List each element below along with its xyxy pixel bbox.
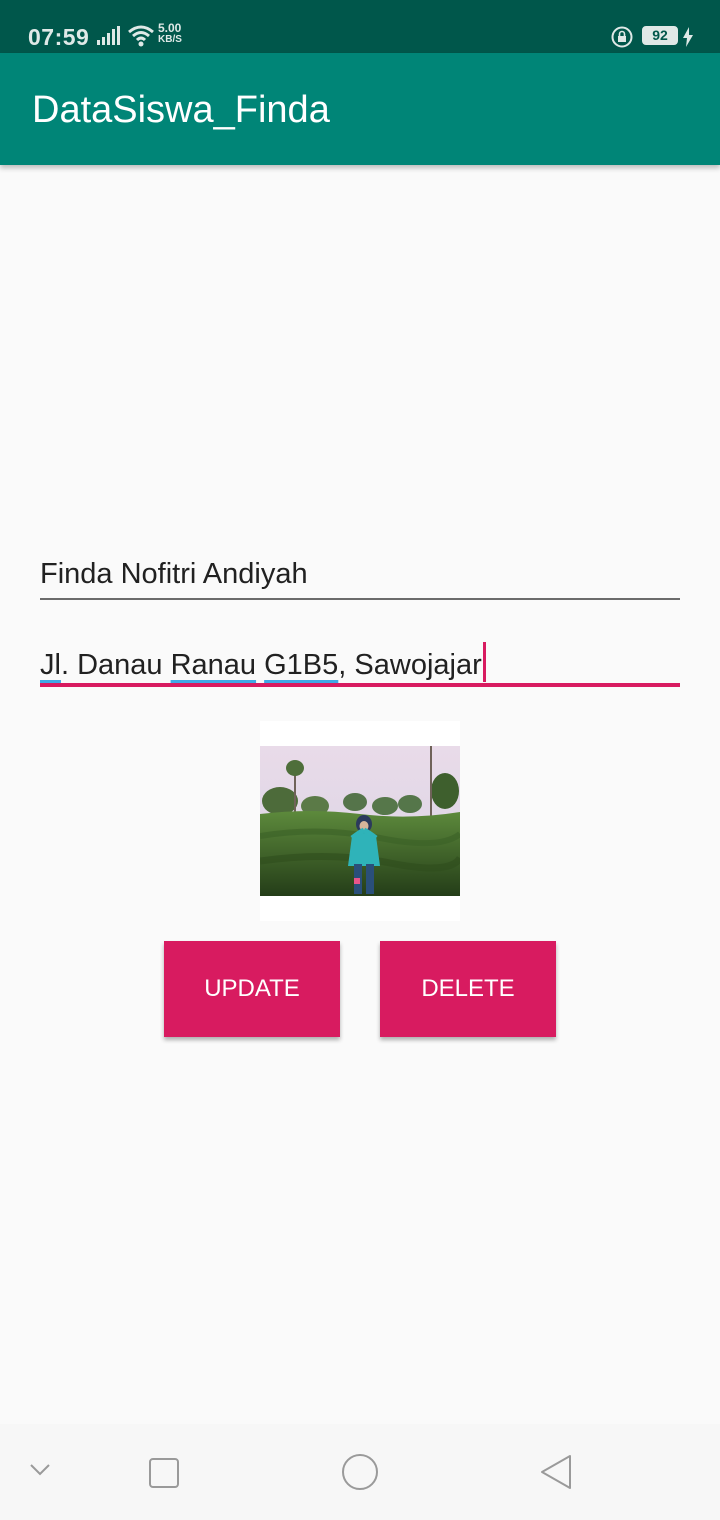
address-text-segment	[256, 649, 264, 681]
address-field[interactable]: Jl. Danau Ranau G1B5, Sawojajar	[40, 638, 680, 687]
status-time: 07:59	[28, 24, 90, 50]
address-text-segment: . Danau	[60, 649, 171, 681]
delete-button[interactable]: DELETE	[380, 941, 556, 1037]
update-button[interactable]: UPDATE	[164, 941, 340, 1037]
app-title: DataSiswa_Finda	[32, 89, 330, 131]
lock-rotation-icon	[611, 26, 633, 48]
text-cursor	[482, 642, 486, 682]
address-word-spell: G1B5	[264, 649, 339, 681]
home-icon[interactable]	[341, 1453, 379, 1491]
chevron-down-icon[interactable]	[29, 1463, 51, 1477]
name-field[interactable]: Finda Nofitri Andiyah	[40, 554, 680, 600]
battery-percent: 92	[652, 27, 668, 43]
student-photo	[260, 746, 460, 896]
address-word-spell: Ranau	[170, 649, 257, 681]
network-speed-unit: KB/S	[158, 34, 182, 45]
battery-icon: 92	[642, 26, 678, 45]
recents-icon[interactable]	[148, 1457, 180, 1489]
app-bar: DataSiswa_Finda	[0, 53, 720, 165]
charging-icon	[683, 27, 693, 47]
address-text-segment: , Sawojajar	[338, 649, 482, 681]
student-photo-frame[interactable]	[260, 721, 460, 921]
address-field-value: Jl. Danau Ranau G1B5, Sawojajar	[40, 642, 486, 682]
navigation-bar	[0, 1424, 720, 1520]
network-speed-value: 5.00	[158, 21, 182, 35]
network-speed: 5.00 KB/S	[158, 21, 182, 45]
signal-icon	[97, 26, 120, 45]
name-field-value: Finda Nofitri Andiyah	[40, 558, 308, 590]
wifi-icon	[128, 25, 154, 47]
back-icon[interactable]	[539, 1454, 573, 1490]
address-word-spell: Jl	[40, 649, 61, 681]
status-bar: 07:59 5.00 KB/S 92	[0, 0, 720, 53]
